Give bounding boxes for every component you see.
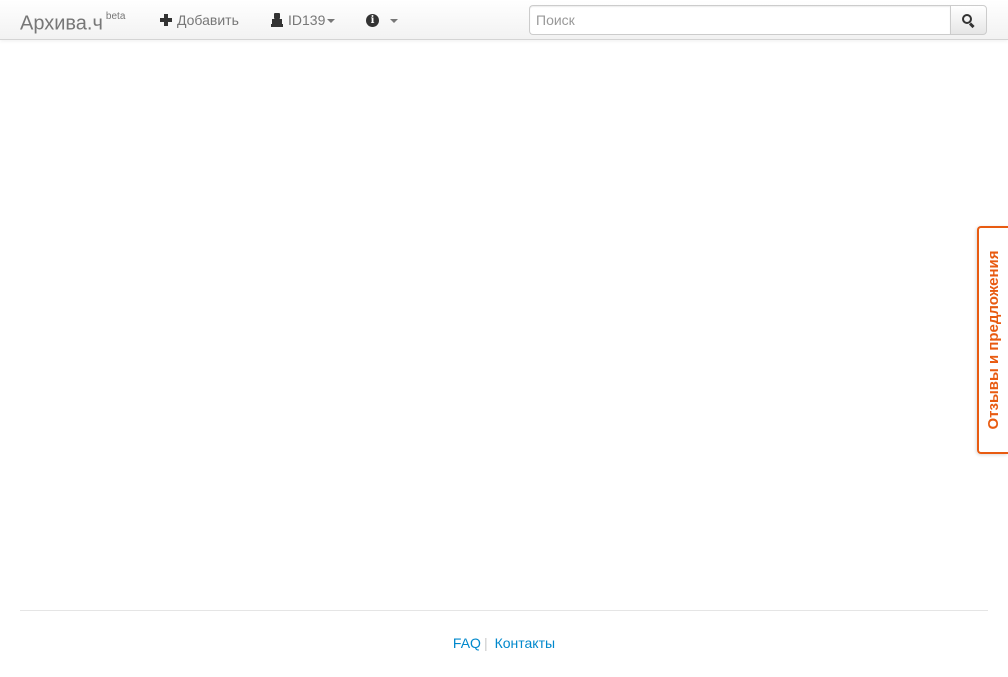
faq-link[interactable]: FAQ <box>453 635 481 651</box>
footer-divider <box>20 610 988 611</box>
add-label: Добавить <box>177 12 239 28</box>
info-icon: i <box>366 13 379 27</box>
brand-name: Архива.ч <box>20 12 103 35</box>
brand-logo[interactable]: Архива.ч beta <box>20 8 125 36</box>
caret-down-icon <box>327 18 336 23</box>
feedback-tab[interactable]: Отзывы и предложения <box>977 226 1008 454</box>
user-dropdown[interactable]: ID139 <box>271 11 336 29</box>
footer-links: FAQ | Контакты <box>0 634 1008 652</box>
user-id-label: ID139 <box>288 12 326 28</box>
search-icon <box>962 13 975 28</box>
caret-down-icon <box>390 18 398 23</box>
info-dropdown[interactable]: i <box>366 11 398 29</box>
user-icon <box>271 13 283 27</box>
add-menu-item[interactable]: Добавить <box>160 11 239 29</box>
search-button[interactable] <box>950 5 987 35</box>
search-form <box>529 5 987 35</box>
footer-separator: | <box>483 635 488 651</box>
top-navbar: Архива.ч beta Добавить ID139 i <box>0 0 1008 40</box>
plus-icon <box>160 14 172 26</box>
contacts-link[interactable]: Контакты <box>495 635 555 651</box>
search-input[interactable] <box>529 5 950 35</box>
feedback-label: Отзывы и предложения <box>984 250 1002 430</box>
beta-badge: beta <box>105 11 126 22</box>
